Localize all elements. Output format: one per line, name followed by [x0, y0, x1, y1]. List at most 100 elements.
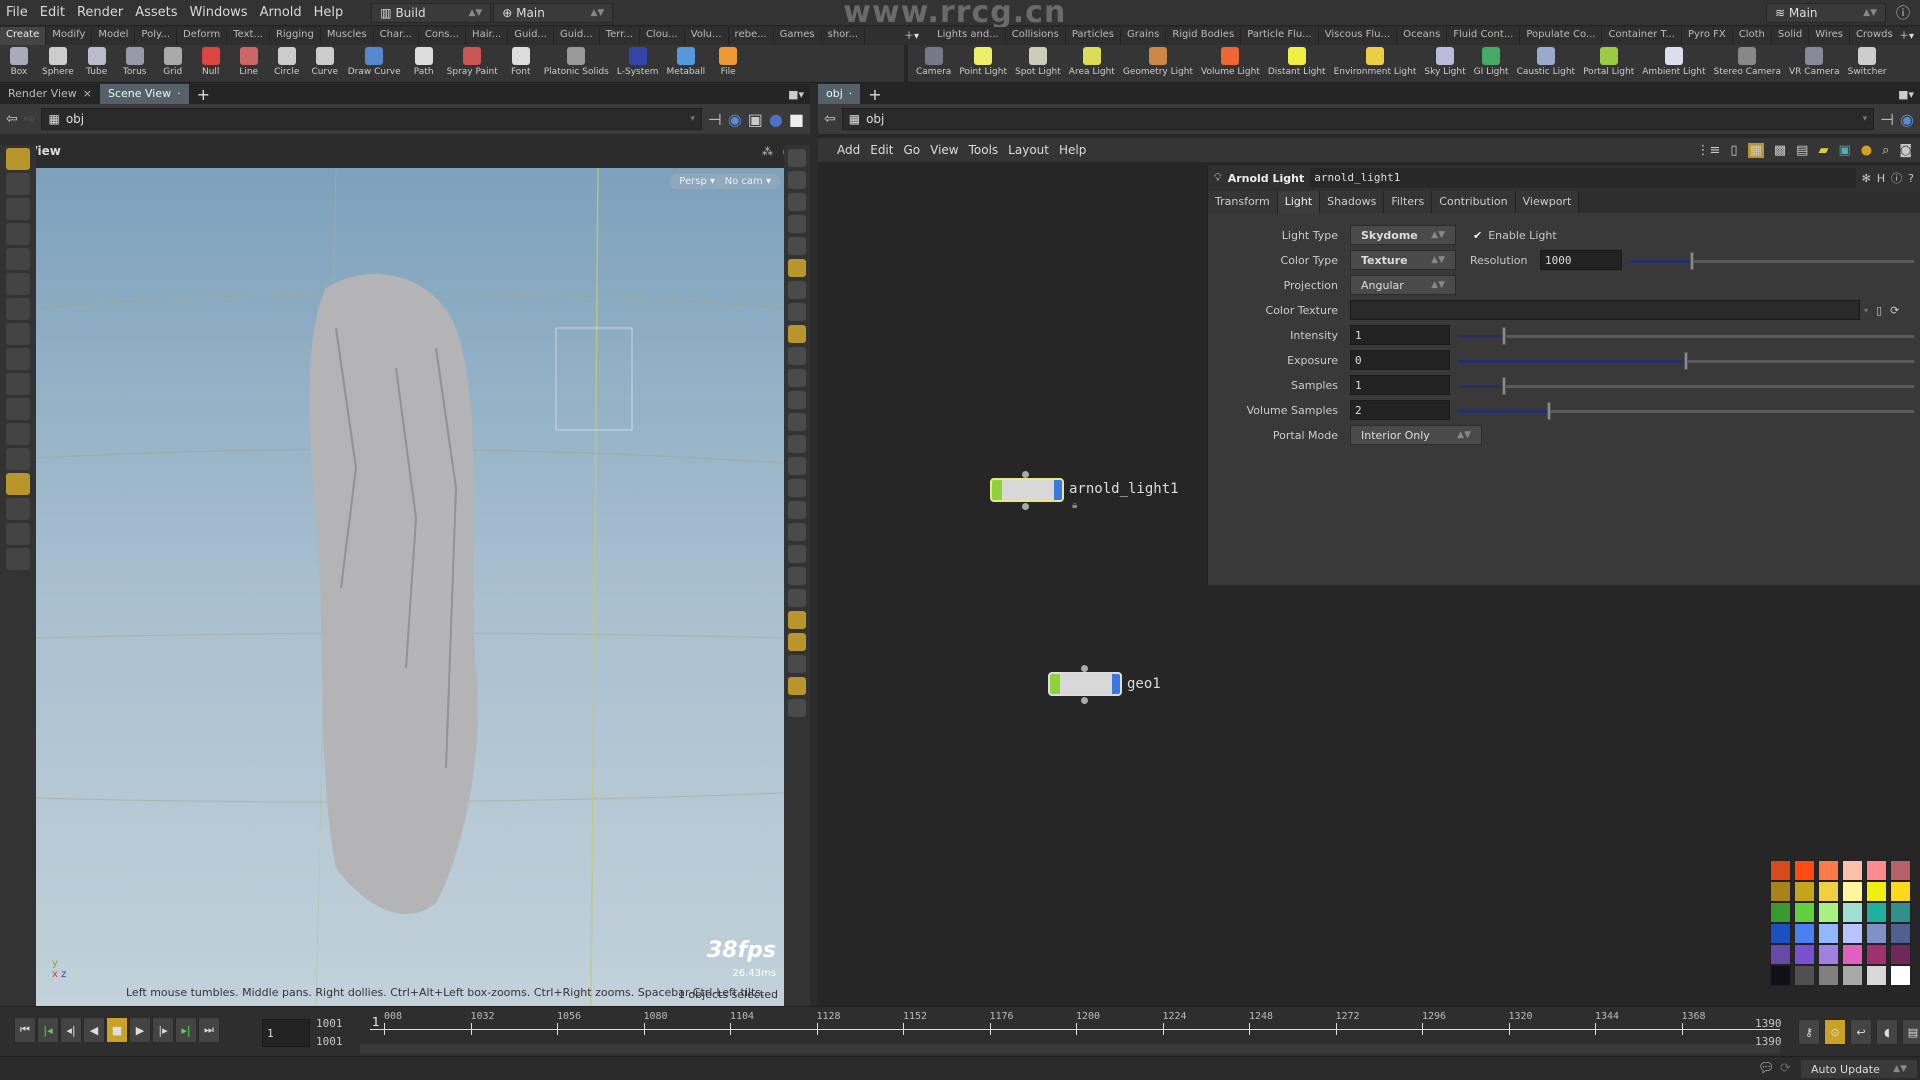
- color-swatch[interactable]: [1866, 944, 1887, 965]
- jump-start-button[interactable]: ⏮: [14, 1017, 36, 1043]
- scale-icon[interactable]: [6, 298, 30, 320]
- rotate-icon[interactable]: [6, 273, 30, 295]
- audio-icon[interactable]: ◖: [1876, 1019, 1898, 1045]
- hull-icon[interactable]: [788, 501, 806, 519]
- close-icon[interactable]: ·: [177, 84, 181, 104]
- menu-add[interactable]: Add: [832, 143, 865, 157]
- shelf-tool-point-light[interactable]: Point Light: [955, 45, 1011, 82]
- handle-icon[interactable]: [6, 323, 30, 345]
- shelf-tab-terr[interactable]: Terr...: [600, 27, 640, 45]
- shelf-tab-particle-flu[interactable]: Particle Flu...: [1241, 27, 1319, 45]
- vertex-icon[interactable]: [788, 545, 806, 563]
- shelf-tool-circle[interactable]: Circle: [268, 45, 306, 82]
- camera-link-icon[interactable]: ◉: [728, 110, 742, 129]
- color-swatch[interactable]: [1770, 881, 1791, 902]
- color-swatch[interactable]: [1818, 881, 1839, 902]
- resolution-slider[interactable]: [1630, 252, 1914, 270]
- color-swatch[interactable]: [1890, 881, 1911, 902]
- thumbnail-view-icon[interactable]: ▩: [1774, 143, 1786, 158]
- visibility-icon[interactable]: [788, 149, 806, 167]
- lighting-on-icon[interactable]: [788, 259, 806, 277]
- pane-menu-icon[interactable]: ■▾: [1898, 88, 1914, 101]
- shelf-tab-particles[interactable]: Particles: [1066, 27, 1121, 45]
- shelf-tab-guid[interactable]: Guid...: [508, 27, 554, 45]
- samples-field[interactable]: 1: [1350, 375, 1450, 395]
- start-frame-field-2[interactable]: 1001: [316, 1033, 343, 1051]
- shelf-tab-grains[interactable]: Grains: [1121, 27, 1167, 45]
- select-object-icon[interactable]: [6, 173, 30, 195]
- input-connector[interactable]: [1022, 471, 1029, 478]
- render-region-icon[interactable]: [6, 498, 30, 520]
- shelf-tool-grid[interactable]: Grid: [154, 45, 192, 82]
- info-icon[interactable]: ⓘ: [1891, 170, 1902, 186]
- play-button[interactable]: ▶: [129, 1017, 151, 1043]
- tab-obj[interactable]: obj ·: [818, 84, 861, 104]
- color-swatch[interactable]: [1818, 860, 1839, 881]
- image-icon[interactable]: ▣: [1838, 143, 1850, 158]
- shelf-tool-torus[interactable]: Torus: [116, 45, 154, 82]
- shelf-tab-wires[interactable]: Wires: [1809, 27, 1850, 45]
- color-texture-field[interactable]: [1350, 300, 1860, 320]
- color-swatch[interactable]: [1794, 902, 1815, 923]
- shelf-tab-char[interactable]: Char...: [374, 27, 419, 45]
- magnet-b-icon[interactable]: [6, 398, 30, 420]
- shelf-tool-path[interactable]: Path: [405, 45, 443, 82]
- resolution-field[interactable]: 1000: [1540, 250, 1622, 270]
- shelf-tab-muscles[interactable]: Muscles: [321, 27, 374, 45]
- point-number-icon[interactable]: [788, 435, 806, 453]
- dropdown-icon[interactable]: ▾: [1863, 114, 1868, 124]
- color-swatch[interactable]: [1818, 944, 1839, 965]
- gear-icon[interactable]: ✻: [1862, 172, 1871, 185]
- volume-samples-slider[interactable]: [1458, 402, 1914, 420]
- add-shelf-icon[interactable]: ＋▾: [1893, 27, 1920, 45]
- shelf-tab-collisions[interactable]: Collisions: [1006, 27, 1066, 45]
- shelf-tool-curve[interactable]: Curve: [306, 45, 344, 82]
- color-swatch[interactable]: [1770, 965, 1791, 986]
- start-frame-field[interactable]: 1001: [316, 1015, 343, 1033]
- shelf-tool-distant-light[interactable]: Distant Light: [1264, 45, 1330, 82]
- shelf-tool-gi-light[interactable]: GI Light: [1470, 45, 1513, 82]
- output-connector[interactable]: [1022, 503, 1029, 510]
- shelf-tab-rigging[interactable]: Rigging: [270, 27, 321, 45]
- param-tab-filters[interactable]: Filters: [1384, 191, 1433, 213]
- bundle-icon[interactable]: ●: [1861, 143, 1872, 158]
- smooth-shading-icon[interactable]: [788, 325, 806, 343]
- light-type-menu[interactable]: Skydome ▲▼: [1350, 225, 1456, 245]
- help-icon[interactable]: ⓘ: [1896, 3, 1910, 23]
- chat-icon[interactable]: 💬︎: [1758, 1061, 1775, 1076]
- uv-icon[interactable]: [788, 523, 806, 541]
- search-icon[interactable]: ⌕: [1882, 143, 1889, 158]
- shelf-tab-pyro-fx[interactable]: Pyro FX: [1682, 27, 1733, 45]
- menu-help[interactable]: Help: [308, 5, 350, 20]
- render-icon[interactable]: ●: [769, 110, 783, 129]
- step-forward-button[interactable]: |▸: [152, 1017, 174, 1043]
- color-swatch[interactable]: [1770, 902, 1791, 923]
- shelf-tool-line[interactable]: Line: [230, 45, 268, 82]
- reload-icon[interactable]: ⟳: [1890, 304, 1899, 317]
- color-swatch[interactable]: [1818, 965, 1839, 986]
- color-swatch[interactable]: [1818, 902, 1839, 923]
- guide-icon[interactable]: [788, 633, 806, 651]
- menu-view[interactable]: View: [925, 143, 963, 157]
- shelf-tool-file[interactable]: File: [709, 45, 747, 82]
- shelf-tab-text[interactable]: Text...: [227, 27, 270, 45]
- light-options-icon[interactable]: [788, 303, 806, 321]
- color-swatch[interactable]: [1842, 881, 1863, 902]
- scene-viewport[interactable]: Persp ▾ No cam ▾ 38fps 26.43ms Left mous…: [36, 168, 784, 1006]
- shelf-tool-area-light[interactable]: Area Light: [1065, 45, 1119, 82]
- add-tab-icon[interactable]: +: [860, 85, 889, 104]
- step-back-button[interactable]: ◂|: [60, 1017, 82, 1043]
- node-arnold-light1[interactable]: [990, 478, 1064, 502]
- viewport-layout-select[interactable]: ⊕ Main ▲▼: [493, 2, 614, 23]
- parameter-view-icon[interactable]: ▤: [1796, 143, 1808, 158]
- color-swatch[interactable]: [1818, 923, 1839, 944]
- menu-assets[interactable]: Assets: [129, 5, 183, 20]
- tab-render-view[interactable]: Render View ×: [0, 84, 100, 104]
- sticky-note-icon[interactable]: ▰: [1818, 143, 1828, 158]
- param-tab-shadows[interactable]: Shadows: [1320, 191, 1385, 213]
- forward-arrow-icon[interactable]: ⇨: [24, 111, 36, 127]
- lock-icon[interactable]: [788, 193, 806, 211]
- color-swatch[interactable]: [1770, 944, 1791, 965]
- add-tab-icon[interactable]: +: [189, 85, 218, 104]
- light-tool-icon[interactable]: [6, 523, 30, 545]
